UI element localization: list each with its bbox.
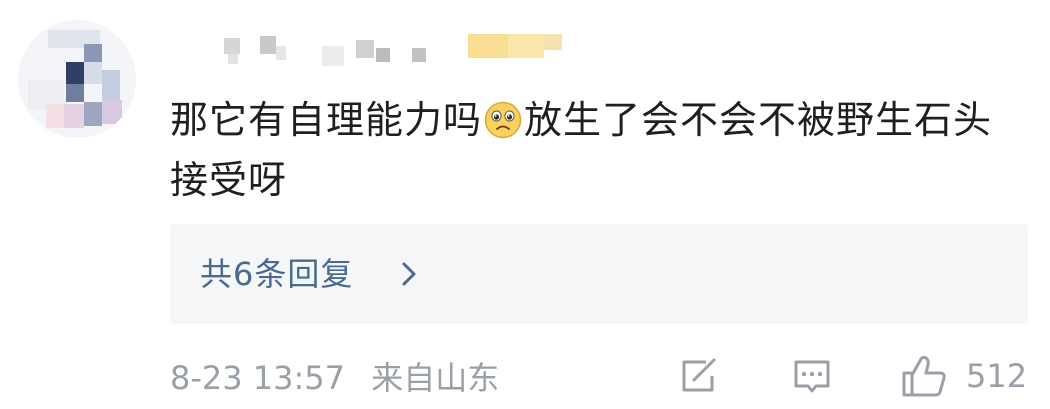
comment-meta: 8-23 13:57 来自山东 [170, 356, 515, 400]
replies-count-label[interactable]: 共6条回复 [200, 252, 353, 296]
avatar[interactable] [18, 20, 136, 138]
like-count: 512 [966, 357, 1028, 395]
sad-face-emoji-icon [484, 96, 522, 139]
comment-text-part-1: 那它有自理能力吗 [170, 98, 483, 142]
like-button[interactable]: 512 [900, 352, 1027, 400]
reply-button[interactable] [790, 352, 834, 400]
share-button[interactable] [676, 352, 720, 400]
comment-text: 那它有自理能力吗 放生了会不会不被野生石头接受呀 [170, 90, 1030, 210]
comment-icon [790, 354, 834, 398]
share-icon [676, 354, 720, 398]
chevron-right-icon [398, 260, 420, 288]
timestamp: 8-23 13:57 [170, 359, 346, 397]
thumbs-up-icon [900, 353, 948, 399]
location: 来自山东 [371, 359, 500, 397]
username[interactable] [172, 26, 572, 66]
view-replies-button[interactable]: 共6条回复 [170, 224, 1028, 324]
